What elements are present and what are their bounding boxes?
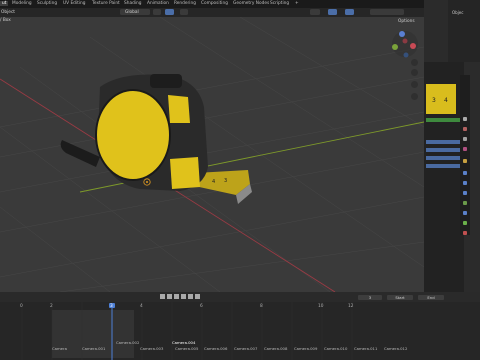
frame-number: 10 — [318, 304, 324, 309]
gizmo-toggle[interactable] — [328, 9, 337, 15]
camera-marker[interactable]: Camera.004 — [172, 340, 195, 345]
camera-marker[interactable]: Camera.010 — [324, 346, 347, 351]
camera-marker[interactable]: Camera.002 — [116, 340, 139, 345]
object-mode-label[interactable]: Object — [1, 10, 15, 15]
viewport-subheader: / Box — [0, 17, 424, 24]
camera-marker[interactable]: Camera.001 — [82, 346, 105, 351]
tool-tab-icon[interactable] — [463, 117, 467, 121]
camera-marker[interactable]: Camera.009 — [294, 346, 317, 351]
particles-tab-icon[interactable] — [463, 191, 467, 195]
data-tab-icon[interactable] — [463, 221, 467, 225]
tab-scripting[interactable]: Scripting — [270, 1, 289, 6]
camera-marker[interactable]: Camera — [52, 346, 67, 351]
properties-preview: 3 4 — [426, 84, 460, 168]
material-tab-icon[interactable] — [463, 231, 467, 235]
tab-geometry-nodes[interactable]: Geometry Nodes — [233, 1, 269, 6]
camera-marker[interactable]: Camera.005 — [175, 346, 198, 351]
constraints-tab-icon[interactable] — [463, 211, 467, 215]
navigation-gizmo[interactable] — [392, 31, 418, 58]
transform-orientation-dropdown[interactable]: Global — [120, 9, 150, 15]
output-tab-icon[interactable] — [463, 137, 467, 141]
start-label: Start — [395, 295, 405, 300]
jump-to-end-button[interactable] — [195, 294, 200, 299]
jump-keyframe-back-button[interactable] — [167, 294, 172, 299]
preview-tape-number: 4 — [444, 97, 448, 104]
tab-animation[interactable]: Animation — [147, 1, 169, 6]
object-tab-icon[interactable] — [463, 171, 467, 175]
current-frame-field[interactable]: 3 — [358, 295, 382, 300]
mode-fragment-label: / Box — [0, 18, 11, 23]
tab-layout[interactable]: ut — [0, 1, 9, 6]
outliner-panel[interactable]: Objec — [448, 0, 480, 62]
viewport-header: Object Global Options — [0, 8, 424, 24]
tape-measure-model: 4 3 — [60, 74, 252, 204]
viewport-scene: 4 3 — [0, 17, 424, 292]
camera-marker[interactable]: Camera.012 — [384, 346, 407, 351]
outliner-header: Objec — [452, 10, 464, 15]
tab-rendering[interactable]: Rendering — [174, 1, 196, 6]
current-frame-indicator: 3 — [110, 304, 113, 309]
camera-marker[interactable]: Camera.007 — [234, 346, 257, 351]
properties-editor[interactable]: 3 4 — [424, 62, 464, 292]
floor-grid — [0, 17, 424, 292]
pivot-point-button[interactable] — [153, 9, 161, 15]
camera-marker[interactable]: Camera.011 — [354, 346, 377, 351]
tab-shading[interactable]: Shading — [124, 1, 141, 6]
tab-uv-editing[interactable]: UV Editing — [63, 1, 85, 6]
camera-view-icon[interactable] — [411, 81, 418, 88]
tab-sculpting[interactable]: Sculpting — [37, 1, 57, 6]
play-button[interactable] — [181, 294, 186, 299]
scene-tab-icon[interactable] — [463, 147, 467, 151]
jump-keyframe-forward-button[interactable] — [188, 294, 193, 299]
world-tab-icon[interactable] — [463, 159, 467, 163]
workspace-tab-bar: ut Modeling Sculpting UV Editing Texture… — [0, 0, 480, 8]
tape-number: 3 — [224, 178, 227, 184]
3d-viewport[interactable]: 4 3 — [0, 17, 424, 292]
frame-number: 4 — [140, 304, 143, 309]
end-frame-field[interactable]: End — [418, 295, 444, 300]
viewport-visibility-button[interactable] — [310, 9, 320, 15]
grid-perspective-icon[interactable] — [411, 93, 418, 100]
camera-marker[interactable]: Camera.003 — [140, 346, 163, 351]
overlays-toggle[interactable] — [345, 9, 354, 15]
frame-number: 2 — [50, 304, 53, 309]
proportional-edit-button[interactable] — [180, 9, 188, 15]
start-frame-field[interactable]: Start — [387, 295, 413, 300]
timeline-area[interactable] — [0, 302, 480, 360]
hand-pan-icon[interactable] — [411, 69, 418, 76]
frame-number: 6 — [200, 304, 203, 309]
play-reverse-button[interactable] — [174, 294, 179, 299]
zoom-icon[interactable] — [411, 59, 418, 66]
physics-tab-icon[interactable] — [463, 201, 467, 205]
snap-toggle[interactable] — [165, 9, 174, 15]
end-label: End — [427, 295, 435, 300]
timeline-canvas — [21, 302, 353, 360]
tab-modeling[interactable]: Modeling — [12, 1, 32, 6]
modifier-tab-icon[interactable] — [463, 181, 467, 185]
tape-number: 4 — [212, 179, 215, 185]
shading-solid-button[interactable] — [370, 9, 404, 15]
jump-to-start-button[interactable] — [160, 294, 165, 299]
transform-orientation-value: Global — [125, 9, 139, 15]
frame-number: 0 — [20, 304, 23, 309]
camera-marker[interactable]: Camera.006 — [204, 346, 227, 351]
render-tab-icon[interactable] — [463, 127, 467, 131]
tab-compositing[interactable]: Compositing — [201, 1, 228, 6]
add-workspace-button[interactable]: + — [295, 1, 299, 6]
frame-number: 8 — [260, 304, 263, 309]
tab-texture-paint[interactable]: Texture Paint — [92, 1, 120, 6]
preview-tape-number: 3 — [432, 97, 436, 104]
properties-tab-strip — [460, 75, 470, 235]
camera-marker[interactable]: Camera.008 — [264, 346, 287, 351]
frame-number: 12 — [348, 304, 354, 309]
